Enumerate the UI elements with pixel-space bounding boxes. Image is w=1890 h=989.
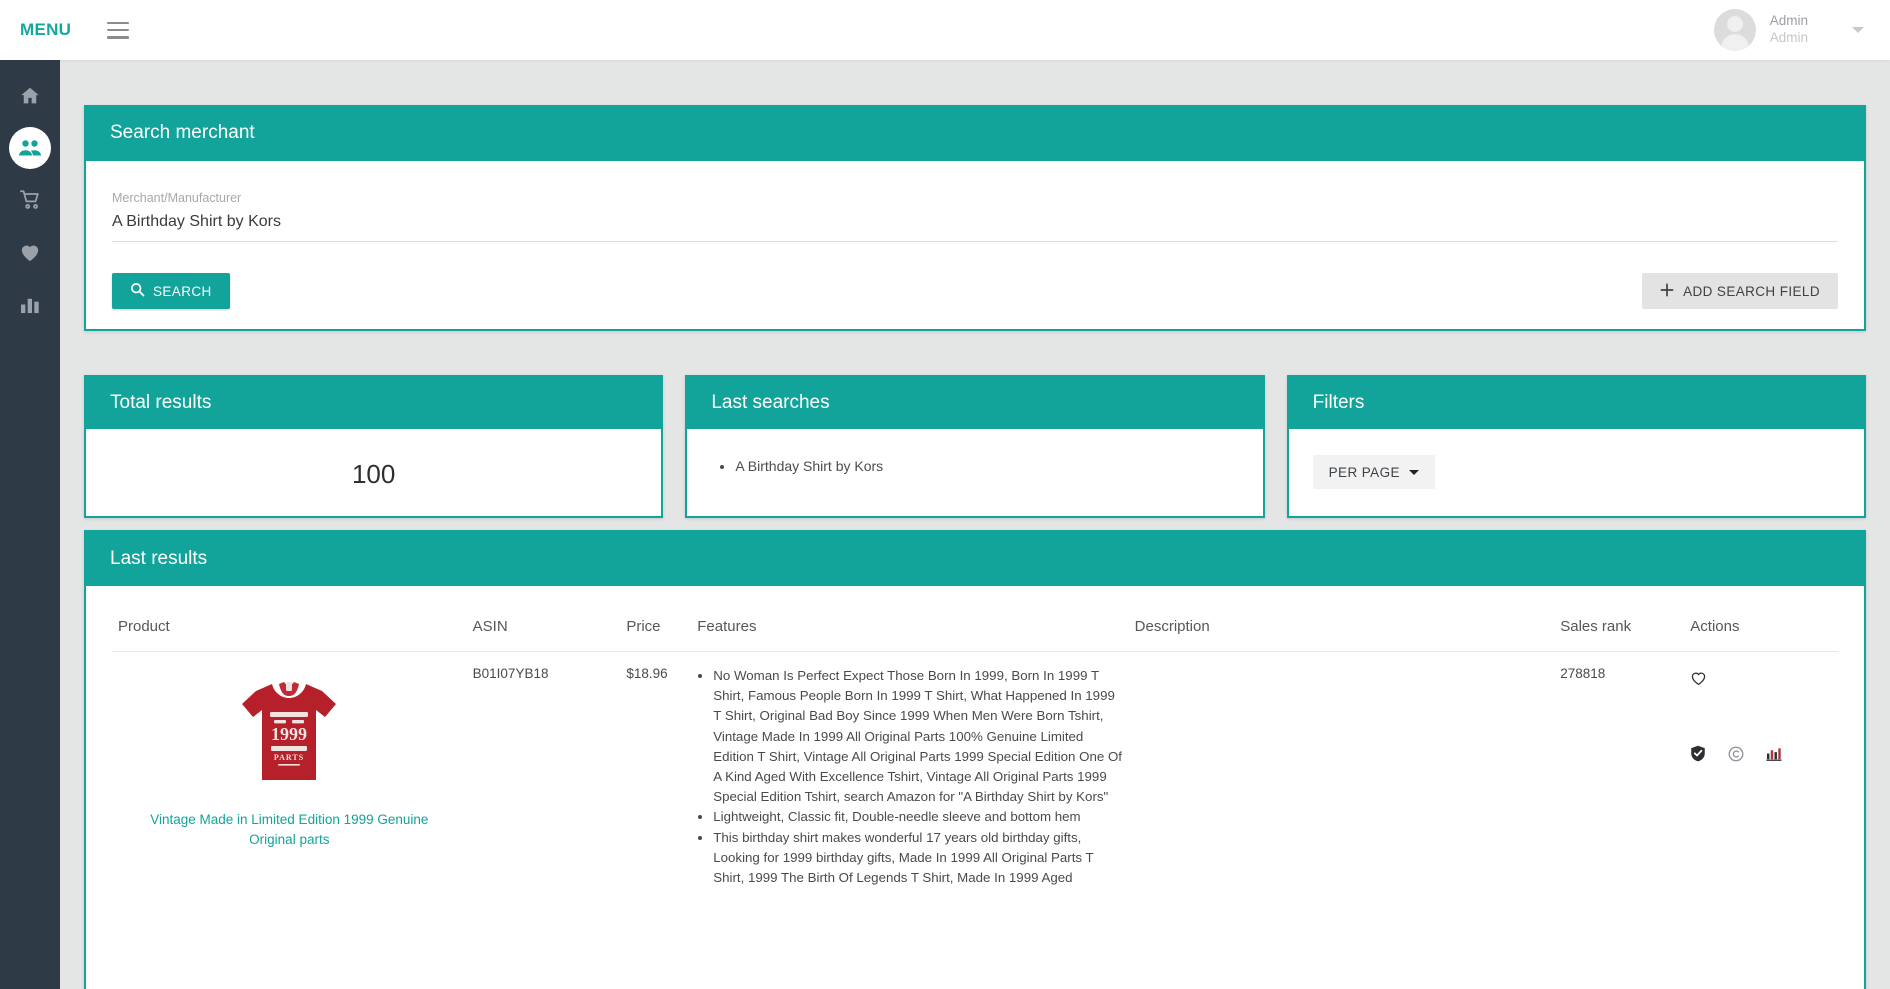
table-header-row: Product ASIN Price Features Description … bbox=[112, 604, 1838, 652]
search-button-label: SEARCH bbox=[153, 283, 212, 299]
last-searches-list: A Birthday Shirt by Kors bbox=[711, 455, 1238, 477]
search-card-title: Search merchant bbox=[86, 105, 1864, 161]
feature-item: No Woman Is Perfect Expect Those Born In… bbox=[713, 666, 1122, 807]
total-results-value: 100 bbox=[351, 459, 396, 489]
cell-sales-rank: 278818 bbox=[1560, 666, 1606, 681]
product-image[interactable]: 1999 PARTS bbox=[223, 666, 356, 798]
people-icon bbox=[18, 138, 42, 158]
heart-icon[interactable] bbox=[1690, 670, 1707, 686]
feature-item: Lightweight, Classic fit, Double-needle … bbox=[713, 807, 1122, 827]
feature-item: This birthday shirt makes wonderful 17 y… bbox=[713, 828, 1122, 889]
cell-asin: B01I07YB18 bbox=[472, 666, 549, 681]
column-header-price: Price bbox=[620, 604, 692, 652]
home-icon bbox=[19, 85, 41, 107]
user-menu[interactable]: Admin Admin bbox=[1713, 0, 1890, 60]
brand-logo[interactable]: MENU bbox=[20, 20, 71, 40]
copyright-icon[interactable] bbox=[1728, 746, 1744, 762]
column-header-sales-rank: Sales rank bbox=[1554, 604, 1685, 652]
column-header-actions: Actions bbox=[1684, 604, 1838, 652]
cell-actions bbox=[1684, 652, 1838, 903]
results-table: Product ASIN Price Features Description … bbox=[112, 604, 1838, 902]
cell-price: $18.96 bbox=[626, 666, 668, 681]
per-page-dropdown[interactable]: PER PAGE bbox=[1312, 455, 1435, 489]
chevron-down-icon[interactable] bbox=[1852, 27, 1864, 33]
table-row: 1999 PARTS Vintage Made in Limited Editi… bbox=[112, 652, 1838, 903]
last-searches-card: Last searches A Birthday Shirt by Kors bbox=[685, 375, 1265, 518]
caret-down-icon bbox=[1408, 469, 1419, 475]
per-page-label: PER PAGE bbox=[1328, 464, 1400, 480]
svg-text:PARTS: PARTS bbox=[274, 753, 304, 762]
top-bar: MENU Admin Admin bbox=[0, 0, 1890, 60]
sidebar-item-merchants[interactable] bbox=[0, 122, 60, 174]
search-merchant-card: Search merchant Merchant/Manufacturer SE… bbox=[84, 105, 1866, 331]
search-button[interactable]: SEARCH bbox=[112, 273, 230, 309]
column-header-asin: ASIN bbox=[466, 604, 621, 652]
last-searches-title: Last searches bbox=[687, 377, 1263, 429]
heart-icon bbox=[19, 242, 41, 262]
total-results-title: Total results bbox=[86, 377, 662, 429]
column-header-features: Features bbox=[691, 604, 1129, 652]
column-header-description: Description bbox=[1128, 604, 1555, 652]
user-role: Admin bbox=[1769, 30, 1808, 45]
sidebar-item-orders[interactable] bbox=[0, 174, 60, 226]
cart-icon bbox=[19, 189, 42, 211]
add-search-field-label: ADD SEARCH FIELD bbox=[1683, 283, 1820, 299]
filters-title: Filters bbox=[1288, 377, 1864, 429]
merchant-input[interactable] bbox=[112, 209, 1838, 242]
list-item[interactable]: A Birthday Shirt by Kors bbox=[735, 455, 1238, 477]
user-info: Admin Admin bbox=[1770, 13, 1808, 47]
add-search-field-button[interactable]: ADD SEARCH FIELD bbox=[1642, 273, 1838, 309]
hamburger-icon[interactable] bbox=[107, 21, 130, 39]
chart-icon bbox=[20, 295, 41, 314]
svg-text:1999: 1999 bbox=[271, 724, 307, 744]
red-tshirt-icon: 1999 PARTS bbox=[242, 682, 337, 780]
bar-chart-icon[interactable] bbox=[1766, 746, 1783, 762]
shield-check-icon[interactable] bbox=[1690, 745, 1706, 762]
summary-row: Total results 100 Last searches A Birthd… bbox=[84, 375, 1866, 518]
cell-product: 1999 PARTS Vintage Made in Limited Editi… bbox=[112, 652, 467, 903]
sidebar-item-statistics[interactable] bbox=[0, 278, 60, 330]
plus-icon bbox=[1660, 283, 1674, 300]
column-header-product: Product bbox=[112, 604, 467, 652]
last-results-card: Last results Product ASIN Price Features… bbox=[84, 530, 1866, 989]
sidebar-item-home[interactable] bbox=[0, 70, 60, 122]
page-content: Search merchant Merchant/Manufacturer SE… bbox=[60, 60, 1890, 989]
features-list: No Woman Is Perfect Expect Those Born In… bbox=[697, 666, 1122, 888]
last-results-title: Last results bbox=[86, 532, 1864, 586]
sidebar-item-favorites[interactable] bbox=[0, 226, 60, 278]
sidebar bbox=[0, 60, 60, 989]
filters-card: Filters PER PAGE bbox=[1286, 375, 1866, 518]
user-name: Admin bbox=[1769, 13, 1808, 29]
cell-features: No Woman Is Perfect Expect Those Born In… bbox=[691, 652, 1128, 903]
search-icon bbox=[130, 282, 145, 300]
product-title-link[interactable]: Vintage Made in Limited Edition 1999 Gen… bbox=[118, 810, 461, 851]
total-results-card: Total results 100 bbox=[84, 375, 664, 518]
merchant-field-label: Merchant/Manufacturer bbox=[112, 191, 242, 205]
avatar bbox=[1713, 9, 1756, 51]
cell-description bbox=[1129, 652, 1555, 903]
